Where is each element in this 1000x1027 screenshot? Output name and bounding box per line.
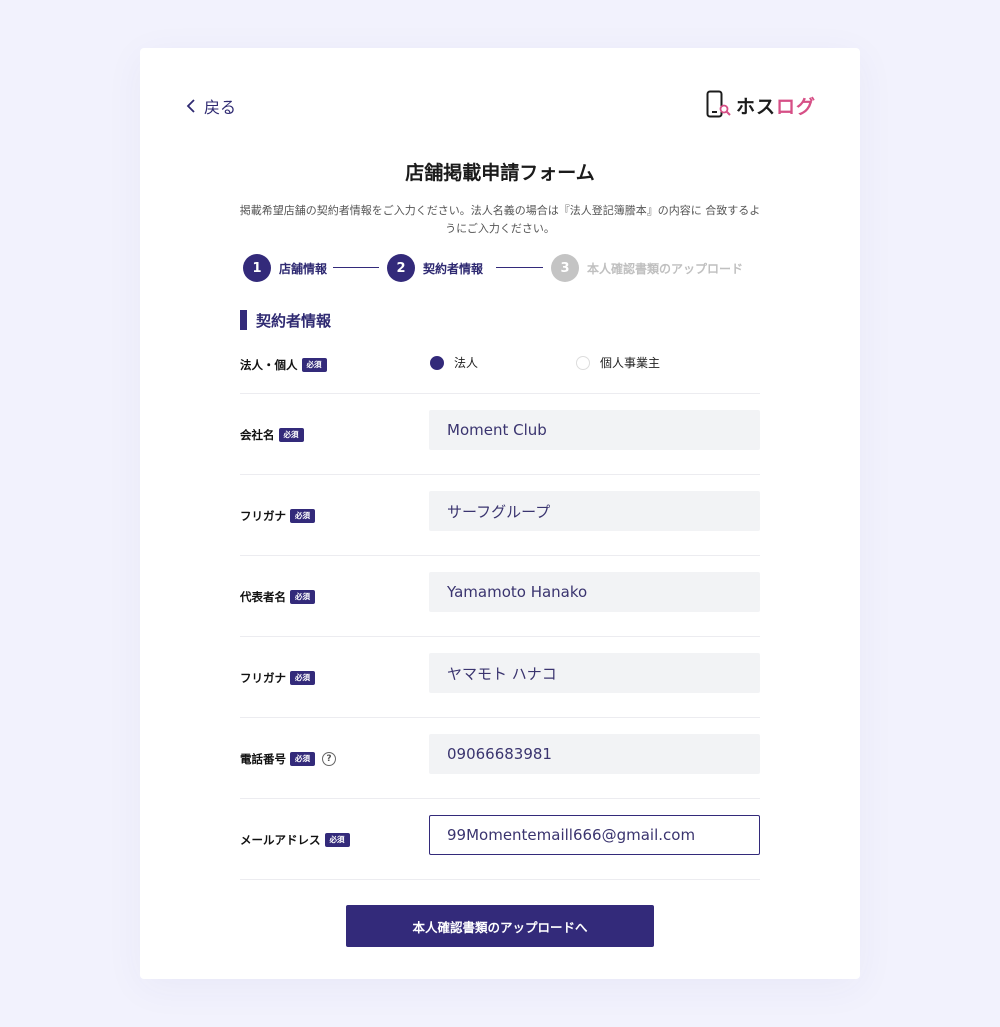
representative-label: 代表者名 必須 — [240, 589, 315, 605]
form-card: 戻る ホスログ 店舗掲載申請フォーム 掲載希望店舗の契約者情報をご入力ください。… — [140, 48, 860, 979]
entity-type-label: 法人・個人 必須 — [240, 357, 327, 373]
step-number: 3 — [551, 254, 579, 282]
email-input[interactable] — [429, 815, 760, 855]
required-badge: 必須 — [301, 358, 327, 372]
step-3: 3 本人確認書類のアップロード — [551, 254, 743, 282]
row-entity-type: 法人・個人 必須 法人 個人事業主 — [240, 346, 760, 394]
back-link[interactable]: 戻る — [186, 94, 236, 118]
row-email: メールアドレス 必須 — [240, 799, 760, 880]
section-heading: 契約者情報 — [240, 310, 331, 330]
phone-label: 電話番号 必須 ? — [240, 751, 336, 767]
required-badge: 必須 — [324, 833, 350, 847]
back-label: 戻る — [204, 98, 237, 117]
representative-input[interactable] — [429, 572, 760, 612]
row-company-kana: フリガナ 必須 — [240, 475, 760, 556]
required-badge: 必須 — [290, 590, 315, 604]
step-label: 店舗情報 — [279, 261, 328, 276]
logo: ホスログ — [706, 90, 816, 120]
radio-selected-icon[interactable] — [430, 355, 444, 370]
radio-sole-proprietor[interactable]: 個人事業主 — [576, 354, 660, 371]
upload-documents-button[interactable]: 本人確認書類のアップロードへ — [346, 905, 654, 947]
required-badge: 必須 — [278, 428, 304, 442]
radio-corporation[interactable]: 法人 — [430, 354, 478, 371]
step-connector — [496, 267, 543, 268]
entity-type-radio-group: 法人 個人事業主 — [430, 354, 660, 371]
row-representative-kana: フリガナ 必須 — [240, 637, 760, 718]
form-description: 掲載希望店舗の契約者情報をご入力ください。法人名義の場合は『法人登記簿謄本』の内… — [239, 204, 761, 235]
section-title: 契約者情報 — [256, 311, 332, 330]
company-name-input[interactable] — [429, 410, 760, 450]
step-2: 2 契約者情報 — [387, 254, 483, 282]
page-title: 店舗掲載申請フォーム — [405, 162, 595, 184]
step-1: 1 店舗情報 — [243, 254, 327, 282]
required-badge: 必須 — [290, 509, 315, 523]
step-label: 契約者情報 — [423, 261, 484, 276]
row-representative: 代表者名 必須 — [240, 556, 760, 637]
phone-input[interactable] — [429, 734, 760, 774]
step-label: 本人確認書類のアップロード — [587, 261, 744, 276]
help-icon[interactable]: ? — [322, 752, 336, 766]
step-connector — [333, 267, 379, 268]
radio-unselected-icon[interactable] — [576, 355, 591, 370]
chevron-left-icon — [186, 99, 195, 113]
logo-text: ホスログ — [736, 95, 817, 118]
step-number: 2 — [387, 254, 415, 282]
step-number: 1 — [243, 254, 271, 282]
required-badge: 必須 — [290, 752, 315, 766]
phone-search-icon — [706, 90, 731, 118]
email-label: メールアドレス 必須 — [240, 832, 350, 848]
section-marker — [240, 310, 247, 330]
representative-kana-input[interactable] — [429, 653, 760, 693]
company-kana-input[interactable] — [429, 491, 760, 531]
row-company-name: 会社名 必須 — [240, 394, 760, 475]
required-badge: 必須 — [290, 671, 315, 685]
company-name-label: 会社名 必須 — [240, 427, 304, 443]
row-phone: 電話番号 必須 ? — [240, 718, 760, 799]
representative-kana-label: フリガナ 必須 — [240, 670, 315, 686]
company-kana-label: フリガナ 必須 — [240, 508, 315, 524]
